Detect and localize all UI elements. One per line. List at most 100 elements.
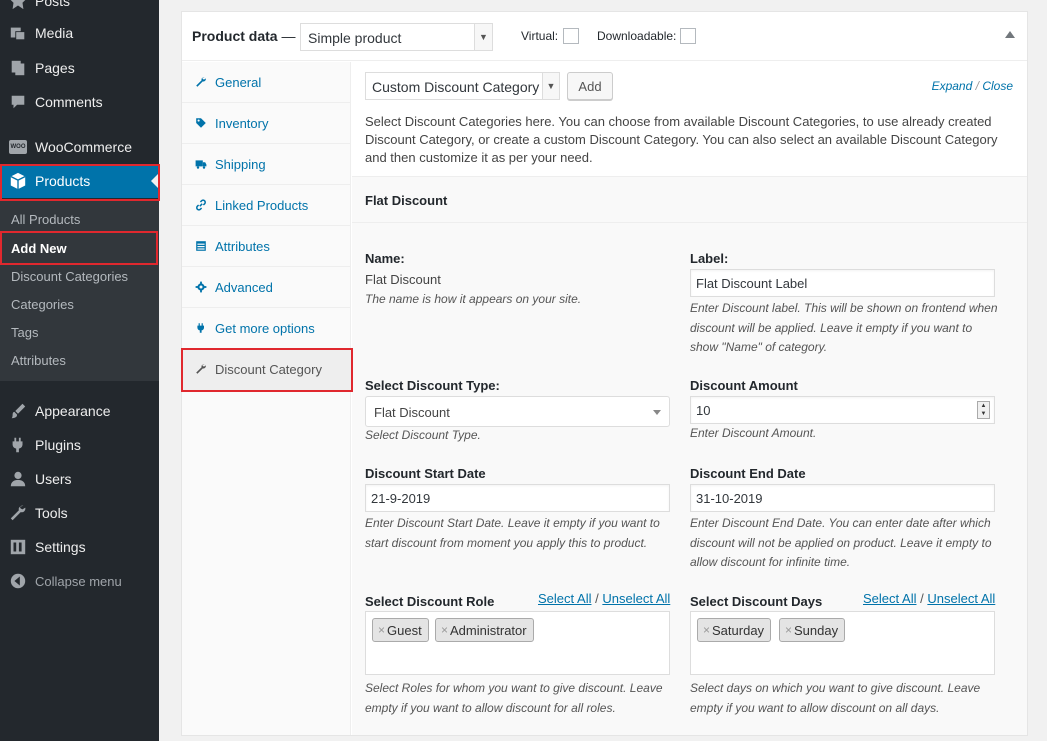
tab-advanced-label: Advanced [215, 279, 273, 295]
start-date-input[interactable]: 21-9-2019 [365, 484, 670, 512]
tab-linked-products[interactable]: Linked Products [182, 185, 350, 226]
divider [352, 222, 1027, 223]
day-chip-saturday[interactable]: × Saturday [697, 618, 772, 642]
toggle-arrow-icon[interactable] [1005, 31, 1015, 38]
discount-label-input[interactable]: Flat Discount Label [690, 269, 995, 297]
pin-icon [8, 0, 28, 10]
days-unselect-all-link[interactable]: Unselect All [927, 591, 995, 606]
tab-attributes[interactable]: Attributes [182, 226, 350, 267]
chevron-down-icon: ▼ [474, 24, 492, 50]
tab-discount-category[interactable]: Discount Category [182, 349, 350, 390]
pages-icon [8, 59, 28, 77]
day-chip-label: Saturday [712, 623, 765, 638]
submenu-add-new[interactable]: Add New [11, 241, 67, 256]
discount-type-description: Select Discount Type. [365, 428, 481, 442]
media-icon [8, 24, 28, 42]
discount-category-select[interactable]: Custom Discount Category ▼ [365, 72, 560, 100]
menu-media[interactable]: Media [0, 16, 159, 50]
caret-down-icon [653, 410, 661, 415]
discount-amount-value: 10 [696, 403, 711, 418]
discount-label-value: Flat Discount Label [696, 276, 808, 291]
days-links-separator: / [920, 591, 924, 606]
chevron-down-icon: ▼ [542, 73, 559, 99]
settings-icon [8, 538, 28, 556]
menu-pages[interactable]: Pages [0, 51, 159, 85]
collapse-menu[interactable]: Collapse menu [0, 564, 159, 598]
downloadable-checkbox[interactable] [680, 28, 696, 44]
menu-settings[interactable]: Settings [0, 530, 159, 564]
submenu-tags[interactable]: Tags [11, 325, 38, 340]
discount-role-description: Select Roles for whom you want to give d… [365, 681, 663, 715]
menu-tools[interactable]: Tools [0, 496, 159, 530]
end-date-value: 31-10-2019 [696, 491, 763, 506]
remove-icon[interactable]: × [703, 623, 710, 637]
wrench-icon [8, 504, 28, 522]
menu-comments[interactable]: Comments [0, 85, 159, 119]
role-chip-administrator[interactable]: × Administrator [435, 618, 534, 642]
remove-icon[interactable]: × [441, 623, 448, 637]
tab-get-more-options[interactable]: Get more options [182, 308, 350, 349]
menu-appearance[interactable]: Appearance [0, 394, 159, 428]
flat-discount-title[interactable]: Flat Discount [365, 193, 447, 208]
name-label: Name: [365, 251, 405, 266]
end-date-description: Enter Discount End Date. You can enter d… [690, 516, 992, 569]
menu-products-label: Products [35, 173, 91, 189]
tab-inventory[interactable]: Inventory [182, 103, 350, 144]
remove-icon[interactable]: × [785, 623, 792, 637]
comment-icon [8, 93, 28, 111]
expand-link[interactable]: Expand [932, 79, 973, 93]
downloadable-label: Downloadable: [597, 29, 677, 43]
gear-icon [194, 281, 208, 293]
number-spinner-icon[interactable]: ▲ ▼ [977, 401, 990, 419]
tab-discount-category-label: Discount Category [215, 361, 322, 377]
wrench-icon [194, 76, 208, 88]
day-chip-sunday[interactable]: × Sunday [779, 618, 846, 642]
virtual-checkbox[interactable] [563, 28, 579, 44]
discount-type-label: Select Discount Type: [365, 378, 500, 393]
tab-advanced[interactable]: Advanced [182, 267, 350, 308]
tab-general[interactable]: General [182, 62, 350, 103]
start-date-label: Discount Start Date [365, 466, 486, 481]
archive-box-icon [8, 172, 28, 190]
virtual-label: Virtual: [521, 29, 559, 43]
menu-posts-label: Posts [35, 0, 71, 9]
role-select-all-link[interactable]: Select All [538, 591, 591, 606]
discount-amount-input[interactable]: 10 ▲ ▼ [690, 396, 995, 424]
label-label: Label: [690, 251, 729, 266]
day-chip-label: Sunday [794, 623, 839, 638]
add-button[interactable]: Add [567, 72, 613, 100]
discount-days-description: Select days on which you want to give di… [690, 681, 981, 715]
menu-woocommerce[interactable]: WOO WooCommerce [0, 130, 159, 164]
close-link[interactable]: Close [982, 79, 1013, 93]
tab-shipping[interactable]: Shipping [182, 144, 350, 185]
role-select-links: Select All / Unselect All [538, 591, 670, 606]
submenu-all-products[interactable]: All Products [11, 212, 80, 227]
user-icon [8, 470, 28, 488]
product-type-select[interactable]: Simple product ▼ [300, 23, 493, 51]
role-chip-label: Administrator [450, 623, 527, 638]
submenu-categories[interactable]: Categories [11, 297, 74, 312]
menu-users[interactable]: Users [0, 462, 159, 496]
plug-icon [194, 322, 208, 334]
tab-get-more-options-label: Get more options [215, 320, 315, 336]
submenu-attributes[interactable]: Attributes [11, 353, 66, 368]
truck-icon [194, 158, 208, 170]
discount-type-select[interactable]: Flat Discount [365, 396, 670, 427]
discount-role-multiselect[interactable]: × Guest × Administrator [365, 611, 670, 675]
days-select-all-link[interactable]: Select All [863, 591, 916, 606]
menu-appearance-label: Appearance [35, 403, 111, 419]
menu-users-label: Users [35, 471, 72, 487]
end-date-input[interactable]: 31-10-2019 [690, 484, 995, 512]
product-data-tabs: General Inventory Shipping Linked Produc… [182, 62, 351, 735]
role-unselect-all-link[interactable]: Unselect All [602, 591, 670, 606]
submenu-discount-categories[interactable]: Discount Categories [11, 269, 128, 284]
menu-products[interactable]: Products [0, 164, 159, 198]
menu-plugins[interactable]: Plugins [0, 428, 159, 462]
tab-shipping-label: Shipping [215, 156, 266, 172]
role-chip-guest[interactable]: × Guest [372, 618, 429, 642]
products-submenu: All Products Add New Discount Categories… [0, 200, 159, 381]
remove-icon[interactable]: × [378, 623, 385, 637]
list-icon [194, 240, 208, 252]
discount-days-multiselect[interactable]: × Saturday × Sunday [690, 611, 995, 675]
metabox-header: Product data — Simple product ▼ Virtual:… [182, 12, 1027, 61]
